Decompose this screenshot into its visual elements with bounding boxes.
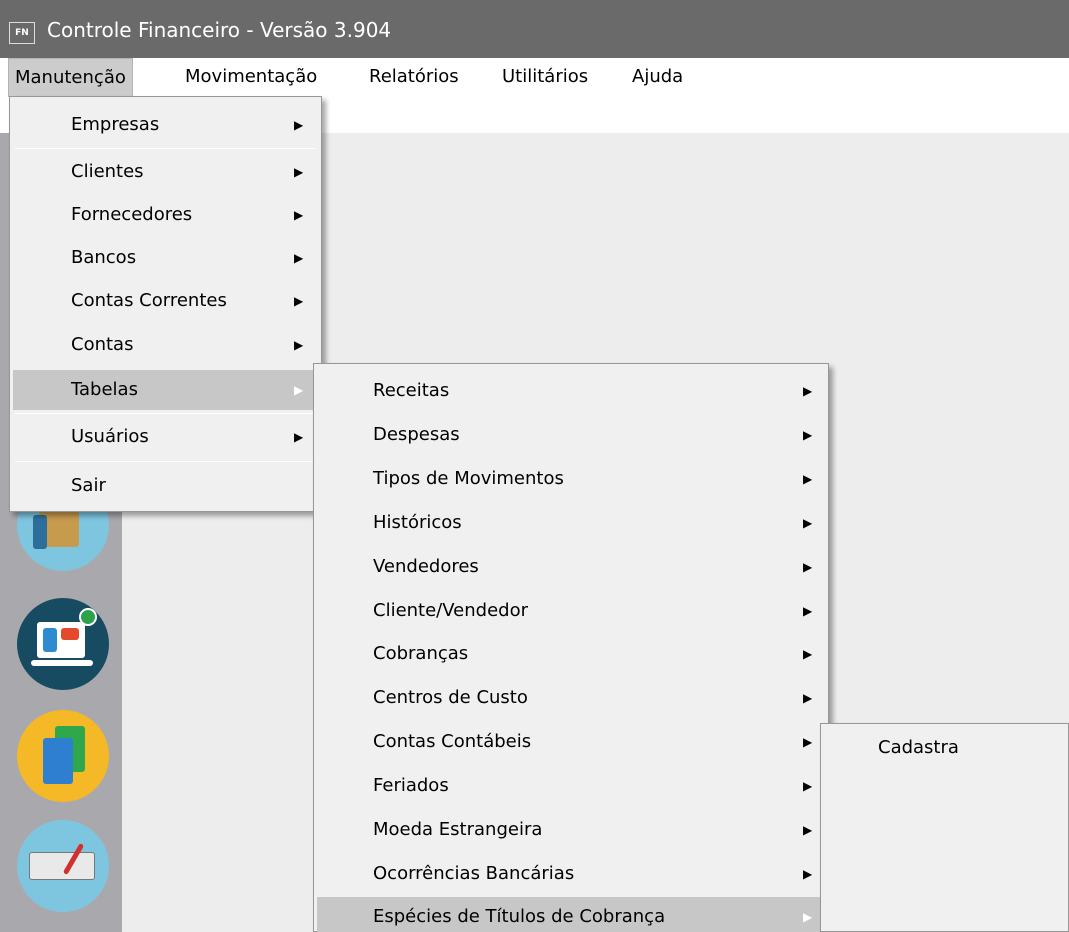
menu-ajuda[interactable]: Ajuda — [626, 58, 689, 97]
bank-check-icon[interactable] — [17, 820, 109, 912]
menu-item-historicos[interactable]: Históricos ▶ — [317, 503, 825, 543]
menu-separator — [15, 461, 316, 462]
menu-utilitarios[interactable]: Utilitários — [496, 58, 594, 97]
computer-report-icon[interactable] — [17, 598, 109, 690]
menu-item-label: Tipos de Movimentos — [373, 468, 564, 489]
menu-item-label: Fornecedores — [71, 204, 193, 225]
menu-especies-dropdown: Cadastra — [820, 723, 1069, 932]
submenu-arrow-icon: ▶ — [294, 430, 304, 444]
app-icon: FN — [9, 22, 35, 44]
menu-item-cliente-vendedor[interactable]: Cliente/Vendedor ▶ — [317, 591, 825, 631]
submenu-arrow-icon: ▶ — [803, 910, 813, 924]
submenu-arrow-icon: ▶ — [294, 383, 304, 397]
submenu-arrow-icon: ▶ — [803, 428, 813, 442]
menu-item-centros-de-custo[interactable]: Centros de Custo ▶ — [317, 678, 825, 718]
menu-item-vendedores[interactable]: Vendedores ▶ — [317, 547, 825, 587]
menu-item-ocorrencias-bancarias[interactable]: Ocorrências Bancárias ▶ — [317, 854, 825, 894]
menu-item-empresas[interactable]: Empresas ▶ — [13, 105, 318, 145]
menu-item-label: Contas Correntes — [71, 290, 227, 311]
submenu-arrow-icon: ▶ — [803, 691, 813, 705]
menu-item-label: Tabelas — [71, 379, 138, 400]
menu-item-cobrancas[interactable]: Cobranças ▶ — [317, 634, 825, 674]
submenu-arrow-icon: ▶ — [294, 294, 304, 308]
menu-item-label: Centros de Custo — [373, 687, 528, 708]
menu-item-especies-de-titulos[interactable]: Espécies de Títulos de Cobrança ▶ — [317, 897, 825, 932]
menu-item-label: Contas — [71, 334, 134, 355]
submenu-arrow-icon: ▶ — [294, 165, 304, 179]
submenu-arrow-icon: ▶ — [803, 560, 813, 574]
menu-item-sair[interactable]: Sair — [13, 466, 318, 506]
menu-item-contas-contabeis[interactable]: Contas Contábeis ▶ — [317, 722, 825, 762]
menu-item-moeda-estrangeira[interactable]: Moeda Estrangeira ▶ — [317, 810, 825, 850]
menu-item-tipos-de-movimentos[interactable]: Tipos de Movimentos ▶ — [317, 459, 825, 499]
menu-item-label: Receitas — [373, 380, 450, 401]
submenu-arrow-icon: ▶ — [294, 338, 304, 352]
menu-item-despesas[interactable]: Despesas ▶ — [317, 415, 825, 455]
documents-icon[interactable] — [17, 710, 109, 802]
menu-item-label: Bancos — [71, 247, 137, 268]
title-bar: FN Controle Financeiro - Versão 3.904 — [0, 0, 1069, 58]
menu-item-label: Despesas — [373, 424, 460, 445]
menu-manutencao-dropdown: Empresas ▶ Clientes ▶ Fornecedores ▶ Ban… — [9, 96, 322, 512]
menu-item-bancos[interactable]: Bancos ▶ — [13, 238, 318, 278]
menu-item-label: Feriados — [373, 775, 449, 796]
menu-item-fornecedores[interactable]: Fornecedores ▶ — [13, 195, 318, 235]
submenu-arrow-icon: ▶ — [294, 251, 304, 265]
menu-item-label: Moeda Estrangeira — [373, 819, 543, 840]
submenu-arrow-icon: ▶ — [294, 118, 304, 132]
menu-item-feriados[interactable]: Feriados ▶ — [317, 766, 825, 806]
submenu-arrow-icon: ▶ — [803, 735, 813, 749]
menu-item-label: Espécies de Títulos de Cobrança — [373, 906, 666, 927]
menu-item-cadastra[interactable]: Cadastra — [824, 728, 1065, 768]
menu-item-label: Empresas — [71, 114, 160, 135]
menu-item-label: Históricos — [373, 512, 462, 533]
submenu-arrow-icon: ▶ — [294, 208, 304, 222]
submenu-arrow-icon: ▶ — [803, 472, 813, 486]
menu-item-label: Cliente/Vendedor — [373, 600, 528, 621]
menu-item-contas-correntes[interactable]: Contas Correntes ▶ — [13, 281, 318, 321]
menu-separator — [15, 148, 316, 149]
menu-item-usuarios[interactable]: Usuários ▶ — [13, 417, 318, 457]
menu-bar: Manutenção Movimentação Relatórios Utili… — [0, 58, 1069, 97]
submenu-arrow-icon: ▶ — [803, 823, 813, 837]
menu-item-label: Cobranças — [373, 643, 469, 664]
submenu-arrow-icon: ▶ — [803, 384, 813, 398]
menu-item-label: Contas Contábeis — [373, 731, 532, 752]
menu-relatorios[interactable]: Relatórios — [363, 58, 465, 97]
menu-item-tabelas[interactable]: Tabelas ▶ — [13, 370, 318, 410]
submenu-arrow-icon: ▶ — [803, 779, 813, 793]
menu-item-contas[interactable]: Contas ▶ — [13, 325, 318, 365]
menu-movimentacao[interactable]: Movimentação — [179, 58, 323, 97]
menu-manutencao[interactable]: Manutenção — [8, 58, 133, 97]
menu-item-clientes[interactable]: Clientes ▶ — [13, 152, 318, 192]
menu-item-label: Usuários — [71, 426, 149, 447]
submenu-arrow-icon: ▶ — [803, 867, 813, 881]
submenu-arrow-icon: ▶ — [803, 516, 813, 530]
menu-item-label: Ocorrências Bancárias — [373, 863, 575, 884]
menu-item-receitas[interactable]: Receitas ▶ — [317, 371, 825, 411]
menu-item-label: Sair — [71, 475, 106, 496]
menu-tabelas-dropdown: Receitas ▶ Despesas ▶ Tipos de Movimento… — [313, 363, 829, 932]
menu-separator — [15, 413, 316, 414]
menu-item-label: Cadastra — [878, 737, 959, 758]
submenu-arrow-icon: ▶ — [803, 647, 813, 661]
menu-item-label: Vendedores — [373, 556, 479, 577]
menu-item-label: Clientes — [71, 161, 144, 182]
window-title: Controle Financeiro - Versão 3.904 — [47, 18, 392, 42]
submenu-arrow-icon: ▶ — [803, 604, 813, 618]
